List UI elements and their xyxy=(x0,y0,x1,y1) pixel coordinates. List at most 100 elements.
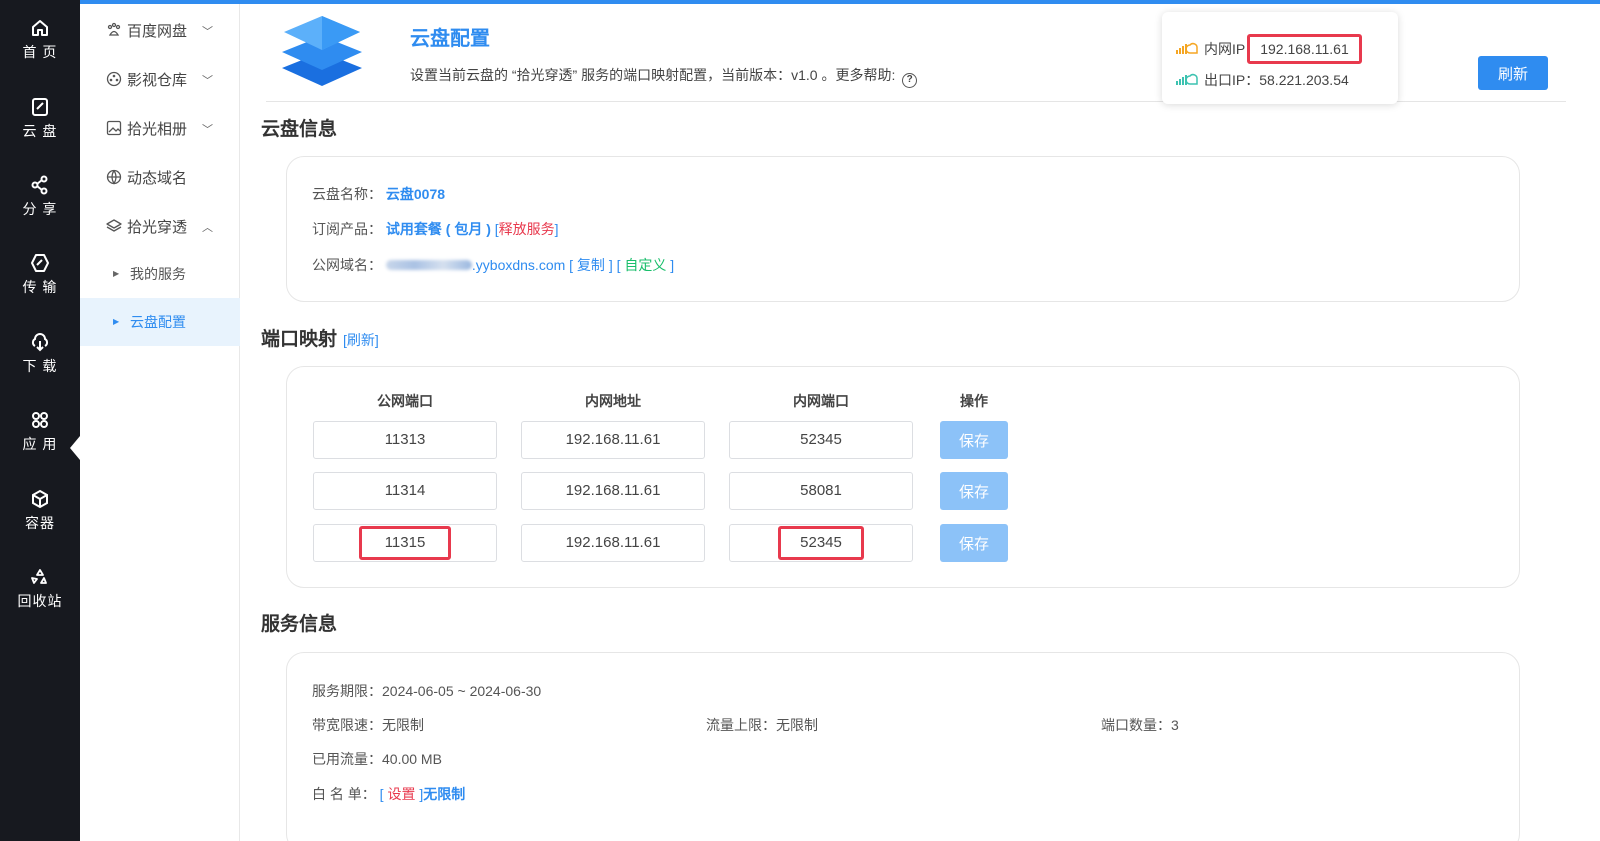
lan-address-input[interactable]: 192.168.11.61 xyxy=(521,421,705,459)
main-nav-rail: 首 页 云 盘 分 享 传 输 下 载 应 用 容器 回收站 xyxy=(0,0,80,841)
rail-item-container[interactable]: 容器 xyxy=(0,489,80,559)
port-count-label: 端口数量： xyxy=(1101,717,1171,733)
recycle-icon xyxy=(31,569,47,584)
lan-address-input[interactable]: 192.168.11.61 xyxy=(521,472,705,510)
custom-domain-link[interactable]: 自定义 xyxy=(624,257,666,273)
lan-address-input[interactable]: 192.168.11.61 xyxy=(521,524,705,562)
active-rail-indicator xyxy=(70,436,80,460)
rail-item-share[interactable]: 分 享 xyxy=(0,175,80,245)
whitelist-row: 白 名 单： [ 设置 ]无限制 xyxy=(312,784,465,804)
public-port-input[interactable]: 11313 xyxy=(313,421,497,459)
save-button[interactable]: 保存 xyxy=(940,421,1008,459)
column-header: 内网地址 xyxy=(585,393,641,409)
bandwidth-row: 带宽限速：无限制 xyxy=(312,715,424,735)
submenu-sub-label: 云盘配置 xyxy=(130,314,186,330)
lan-port-input[interactable]: 52345 xyxy=(729,524,913,562)
container-icon xyxy=(32,489,48,509)
submenu-item-media[interactable]: 影视仓库 ﹀ xyxy=(80,57,240,105)
release-service-link[interactable]: 释放服务 xyxy=(499,221,555,237)
port-mapping-refresh-link[interactable]: [刷新] xyxy=(343,332,379,348)
product-label: 订阅产品： xyxy=(312,221,382,237)
refresh-button[interactable]: 刷新 xyxy=(1478,56,1548,90)
share-icon xyxy=(31,175,48,195)
rail-label-transfer: 传 输 xyxy=(22,279,58,295)
section-title-port-mapping: 端口映射 [刷新] xyxy=(261,324,379,351)
image-icon xyxy=(106,120,122,136)
domain-row: 公网域名： .yyboxdns.com [ 复制 ] [ 自定义 ] xyxy=(312,255,674,275)
rail-item-disk[interactable]: 云 盘 xyxy=(0,97,80,167)
whitelist-set-link[interactable]: 设置 xyxy=(387,786,415,802)
submenu-item-ddns[interactable]: 动态域名 xyxy=(80,155,240,203)
main-content: 云盘配置 设置当前云盘的 “拾光穿透” 服务的端口映射配置，当前版本：v1.0 … xyxy=(240,4,1600,841)
ip-info-popover: 内网IP 192.168.11.61 出口IP：58.221.203.54 xyxy=(1162,12,1398,104)
bandwidth-label: 带宽限速： xyxy=(312,717,382,733)
copy-link[interactable]: 复制 xyxy=(577,257,605,273)
traffic-limit-value: 无限制 xyxy=(776,717,818,733)
port-count-row: 端口数量：3 xyxy=(1101,715,1179,735)
chevron-down-icon: ﹀ xyxy=(202,124,213,136)
rail-label-container: 容器 xyxy=(25,515,55,531)
used-traffic-value: 40.00 MB xyxy=(382,751,442,767)
bullet-icon: ▶ xyxy=(113,317,120,326)
cloud-name-row: 云盘名称： 云盘0078 xyxy=(312,184,445,204)
rail-label-recycle: 回收站 xyxy=(17,593,63,609)
submenu-item-disk-config[interactable]: ▶ 云盘配置 xyxy=(80,298,240,346)
submenu-item-baidu-pan[interactable]: 百度网盘 ﹀ xyxy=(80,8,240,56)
submenu-label: 拾光穿透 xyxy=(127,219,188,236)
submenu-item-album[interactable]: 拾光相册 ﹀ xyxy=(80,106,240,154)
wan-ip-label: 出口IP： xyxy=(1204,72,1260,88)
film-reel-icon xyxy=(106,71,122,87)
bracket-close: ] xyxy=(608,257,613,273)
submenu-item-my-services[interactable]: ▶ 我的服务 xyxy=(80,250,240,298)
period-label: 服务期限： xyxy=(312,683,382,699)
rail-label-share: 分 享 xyxy=(22,201,58,217)
blurred-subdomain xyxy=(385,260,472,270)
rail-item-recycle[interactable]: 回收站 xyxy=(0,567,80,637)
rail-item-transfer[interactable]: 传 输 xyxy=(0,253,80,323)
page-description-text: 设置当前云盘的 “拾光穿透” 服务的端口映射配置，当前版本：v1.0 。更多帮助… xyxy=(410,67,896,83)
highlighted-port-value: 11315 xyxy=(359,526,451,560)
public-port-input[interactable]: 11314 xyxy=(313,472,497,510)
lan-port-input[interactable]: 58081 xyxy=(729,472,913,510)
chevron-down-icon: ﹀ xyxy=(202,75,213,87)
lan-port-input[interactable]: 52345 xyxy=(729,421,913,459)
submenu-label: 影视仓库 xyxy=(127,72,188,89)
bracket-close: ] xyxy=(670,257,675,273)
stacked-layers-logo xyxy=(282,16,362,86)
rail-label-disk: 云 盘 xyxy=(22,123,58,139)
lan-ip-label: 内网IP xyxy=(1204,41,1246,57)
signal-icon xyxy=(1176,42,1198,54)
rail-label-home: 首 页 xyxy=(22,44,58,60)
period-value: 2024-06-05 ~ 2024-06-30 xyxy=(382,683,542,699)
rail-item-apps[interactable]: 应 用 xyxy=(0,410,80,480)
save-button[interactable]: 保存 xyxy=(940,524,1008,562)
submenu-sub-label: 我的服务 xyxy=(130,266,186,282)
bracket-open: [ xyxy=(379,786,384,802)
bracket-open: [ xyxy=(616,257,621,273)
used-traffic-row: 已用流量：40.00 MB xyxy=(312,749,442,769)
column-header: 公网端口 xyxy=(377,393,433,409)
rail-label-apps: 应 用 xyxy=(22,436,58,452)
save-button[interactable]: 保存 xyxy=(940,472,1008,510)
product-value: 试用套餐 ( 包月 ) xyxy=(385,221,491,237)
column-header: 操作 xyxy=(960,393,988,409)
disk-icon xyxy=(32,98,48,116)
rail-item-download[interactable]: 下 载 xyxy=(0,332,80,402)
public-port-input[interactable]: 11315 xyxy=(313,524,497,562)
service-info-card: 服务期限：2024-06-05 ~ 2024-06-30 带宽限速：无限制 流量… xyxy=(286,652,1520,841)
bullet-icon: ▶ xyxy=(113,269,120,278)
submenu-item-tunnel[interactable]: 拾光穿透 ︿ xyxy=(80,204,240,252)
section-title-service-info: 服务信息 xyxy=(261,614,338,635)
domain-label: 公网域名： xyxy=(312,257,382,273)
domain-value: .yyboxdns.com xyxy=(471,257,566,273)
column-header: 内网端口 xyxy=(793,393,849,409)
cloud-download-icon xyxy=(31,333,49,352)
help-icon[interactable]: ? xyxy=(902,73,918,88)
submenu-label: 百度网盘 xyxy=(127,23,188,40)
wan-ip-row: 出口IP：58.221.203.54 xyxy=(1176,70,1349,90)
rail-item-home[interactable]: 首 页 xyxy=(0,18,80,88)
submenu-label: 拾光相册 xyxy=(127,121,188,138)
secondary-menu: 百度网盘 ﹀ 影视仓库 ﹀ 拾光相册 ﹀ 动态域名 拾光穿透 ︿ ▶ 我的服务 … xyxy=(80,4,240,841)
port-mapping-title: 端口映射 xyxy=(261,329,338,350)
page-title: 云盘配置 xyxy=(410,28,490,50)
